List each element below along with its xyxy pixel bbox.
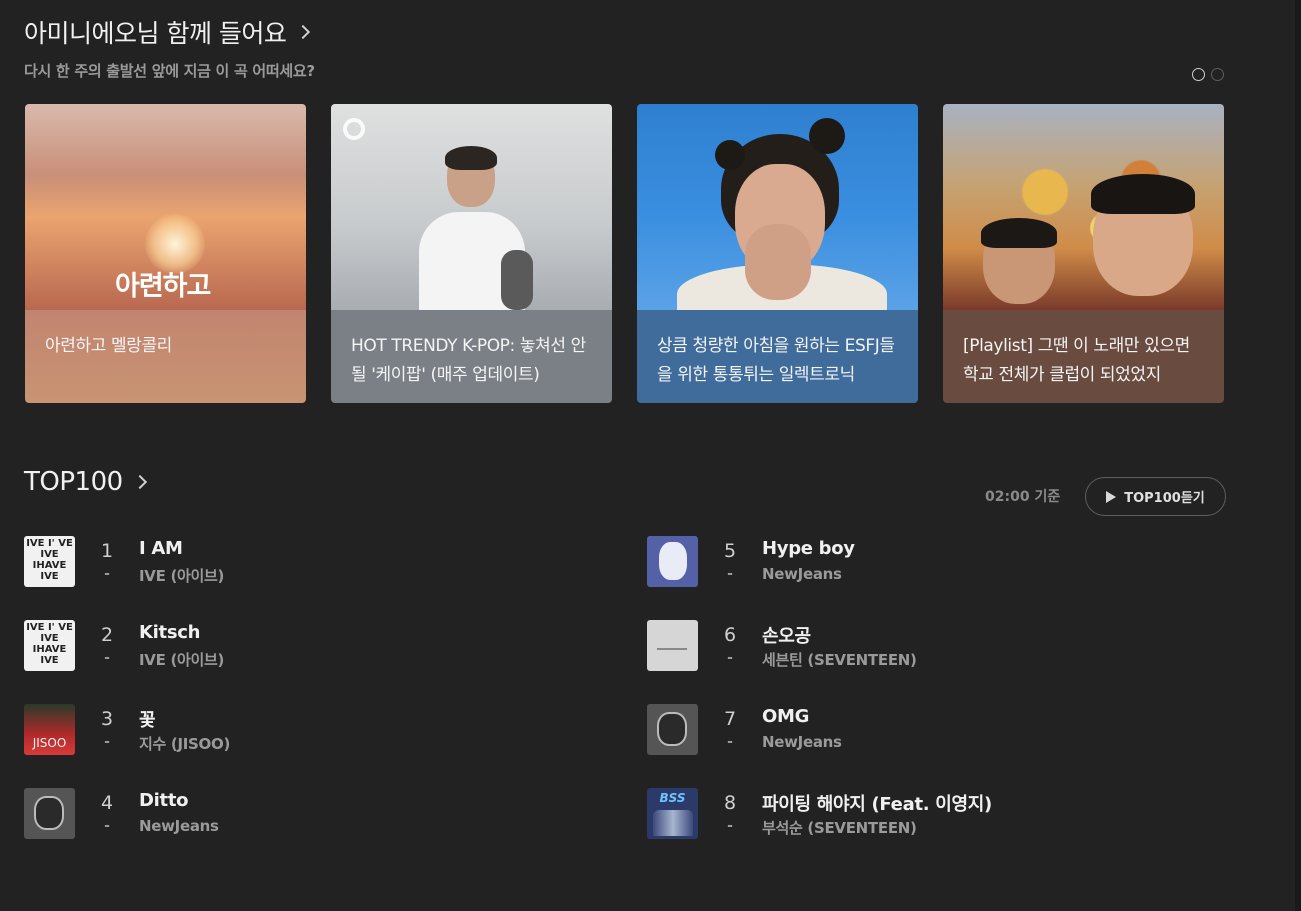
chart-rank: 7 <box>723 708 737 730</box>
rank-change: - <box>727 650 733 666</box>
song-title[interactable]: 파이팅 해야지 (Feat. 이영지) <box>762 790 992 816</box>
play-top100-label: TOP100듣기 <box>1124 491 1205 506</box>
rank-change: - <box>727 818 733 834</box>
album-thumbnail[interactable]: JISOO <box>24 704 75 755</box>
chevron-right-icon <box>296 24 311 40</box>
rank-change: - <box>727 566 733 582</box>
song-title[interactable]: Kitsch <box>139 622 200 643</box>
artist-name[interactable]: 지수 (JISOO) <box>139 733 230 754</box>
chart-row[interactable]: BSS 8 - 파이팅 해야지 (Feat. 이영지) 부석순 (SEVENTE… <box>647 788 1207 839</box>
playlist-caption: 아련하고 멜랑콜리 <box>25 310 306 403</box>
album-thumbnail[interactable]: BSS <box>647 788 698 839</box>
artist-name[interactable]: NewJeans <box>762 733 842 751</box>
chart-rank: 3 <box>100 708 114 730</box>
playlist-caption: HOT TRENDY K-POP: 놓쳐선 안될 '케이팝' (매주 업데이트) <box>331 310 612 403</box>
rank-change: - <box>104 650 110 666</box>
chart-rank: 6 <box>723 624 737 646</box>
playlist-card[interactable]: [Playlist] 그땐 이 노래만 있으면 학교 전체가 클럽이 되었었지 <box>943 104 1224 403</box>
play-icon <box>1106 490 1117 503</box>
chart-row[interactable]: 4 - Ditto NewJeans <box>24 788 584 839</box>
song-title[interactable]: 꽃 <box>139 706 156 732</box>
chart-row[interactable]: 6 - 손오공 세븐틴 (SEVENTEEN) <box>647 620 1207 671</box>
chart-rank: 8 <box>723 792 737 814</box>
album-thumbnail[interactable] <box>24 788 75 839</box>
rank-change: - <box>104 818 110 834</box>
song-title[interactable]: Hype boy <box>762 538 855 559</box>
album-thumbnail-label: BSS <box>659 791 686 805</box>
rank-change: - <box>104 734 110 750</box>
recommend-subtitle: 다시 한 주의 출발선 앞에 지금 이 곡 어떠세요? <box>24 62 315 80</box>
chart-list-left: IVE I' VE IVE IHAVE IVE 1 - I AM IVE (아이… <box>24 536 584 872</box>
chart-row[interactable]: JISOO 3 - 꽃 지수 (JISOO) <box>24 704 584 755</box>
carousel-pagination <box>1192 68 1224 81</box>
album-thumbnail[interactable] <box>647 536 698 587</box>
recommend-title-text: 아미니에오님 함께 들어요 <box>24 19 287 48</box>
album-thumbnail[interactable]: IVE I' VE IVE IHAVE IVE <box>24 536 75 587</box>
playlist-carousel: 아련하고 아련하고 멜랑콜리 HOT TRENDY K-POP: 놓쳐선 안될 … <box>25 104 1224 403</box>
top100-title-text: TOP100 <box>24 467 123 497</box>
playlist-caption: 상큼 청량한 아침을 원하는 ESFJ들을 위한 통통튀는 일렉트로닉 <box>637 310 918 403</box>
song-title[interactable]: OMG <box>762 706 809 727</box>
chart-rank: 2 <box>100 624 114 646</box>
rank-change: - <box>104 566 110 582</box>
flo-logo-icon <box>343 118 365 140</box>
album-thumbnail[interactable] <box>647 620 698 671</box>
artist-name[interactable]: 세븐틴 (SEVENTEEN) <box>762 649 917 670</box>
chart-rank: 5 <box>723 540 737 562</box>
song-title[interactable]: 손오공 <box>762 622 811 648</box>
playlist-card[interactable]: 상큼 청량한 아침을 원하는 ESFJ들을 위한 통통튀는 일렉트로닉 <box>637 104 918 403</box>
song-title[interactable]: Ditto <box>139 790 188 811</box>
chart-basis-time: 02:00 기준 <box>985 489 1061 505</box>
scrollbar-track[interactable] <box>1295 0 1301 911</box>
recommend-section-title[interactable]: 아미니에오님 함께 들어요 <box>24 14 311 50</box>
playlist-cover-image: 아련하고 <box>25 104 306 310</box>
top100-section-title[interactable]: TOP100 <box>24 467 147 497</box>
album-thumbnail[interactable] <box>647 704 698 755</box>
chevron-right-icon <box>132 474 147 490</box>
album-thumbnail[interactable]: IVE I' VE IVE IHAVE IVE <box>24 620 75 671</box>
playlist-card[interactable]: HOT TRENDY K-POP: 놓쳐선 안될 '케이팝' (매주 업데이트) <box>331 104 612 403</box>
playlist-cover-image <box>943 104 1224 310</box>
chart-row[interactable]: 5 - Hype boy NewJeans <box>647 536 1207 587</box>
chart-row[interactable]: IVE I' VE IVE IHAVE IVE 1 - I AM IVE (아이… <box>24 536 584 587</box>
carousel-dot-active[interactable] <box>1192 68 1205 81</box>
play-top100-button[interactable]: TOP100듣기 <box>1085 477 1226 516</box>
artist-name[interactable]: NewJeans <box>762 565 842 583</box>
song-title[interactable]: I AM <box>139 538 183 559</box>
chart-rank: 4 <box>100 792 114 814</box>
playlist-cover-image <box>331 104 612 312</box>
artist-name[interactable]: IVE (아이브) <box>139 649 224 670</box>
artist-name[interactable]: IVE (아이브) <box>139 565 224 586</box>
carousel-dot[interactable] <box>1211 68 1224 81</box>
chart-list-right: 5 - Hype boy NewJeans 6 - 손오공 세븐틴 (SEVEN… <box>647 536 1207 872</box>
playlist-caption: [Playlist] 그땐 이 노래만 있으면 학교 전체가 클럽이 되었었지 <box>943 310 1224 403</box>
chart-rank: 1 <box>100 540 114 562</box>
artist-name[interactable]: 부석순 (SEVENTEEN) <box>762 817 917 838</box>
rank-change: - <box>727 734 733 750</box>
chart-row[interactable]: 7 - OMG NewJeans <box>647 704 1207 755</box>
chart-row[interactable]: IVE I' VE IVE IHAVE IVE 2 - Kitsch IVE (… <box>24 620 584 671</box>
artist-name[interactable]: NewJeans <box>139 817 219 835</box>
playlist-card[interactable]: 아련하고 아련하고 멜랑콜리 <box>25 104 306 403</box>
playlist-cover-image <box>637 104 918 324</box>
cover-overlay-text: 아련하고 <box>115 271 211 302</box>
